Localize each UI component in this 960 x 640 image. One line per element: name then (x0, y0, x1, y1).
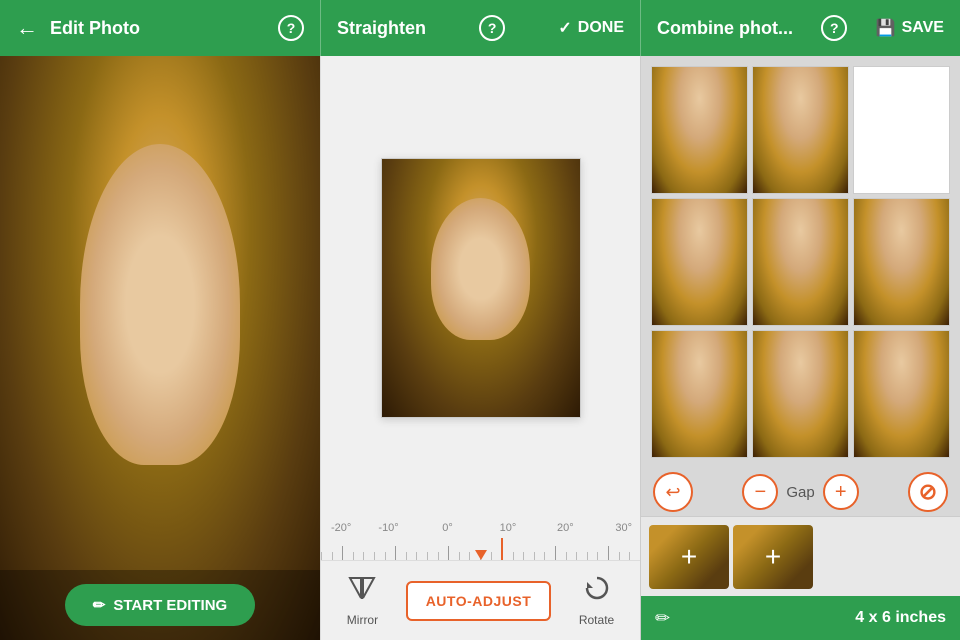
pencil-icon: ✏ (93, 596, 106, 614)
grid-cell-3-1 (651, 330, 748, 458)
save-button[interactable]: 💾 SAVE (876, 18, 944, 38)
add-plus-icon-2: + (765, 541, 781, 573)
mirror-icon (348, 574, 376, 609)
help-button-right[interactable]: ? (821, 15, 847, 41)
done-button[interactable]: ✓ DONE (558, 18, 624, 38)
grid-cell-2-3 (853, 198, 950, 326)
no-border-icon: ⊘ (919, 479, 937, 505)
add-photos-row: + + (641, 516, 960, 596)
rotate-icon (583, 574, 611, 609)
gap-label: Gap (786, 484, 814, 501)
controls-bar: Mirror AUTO-ADJUST Rotate (321, 560, 640, 640)
no-border-button[interactable]: ⊘ (908, 472, 948, 512)
add-plus-icon-1: + (681, 541, 697, 573)
auto-adjust-button[interactable]: AUTO-ADJUST (406, 581, 552, 621)
size-text: 4 x 6 inches (855, 609, 946, 627)
mirror-control[interactable]: Mirror (347, 574, 378, 627)
full-photo (0, 56, 320, 640)
size-bar: ✏ 4 x 6 inches (641, 596, 960, 640)
combine-title: Combine phot... (657, 18, 793, 39)
mid-panel: -20° -10° 0° 10° 20° 30° (320, 56, 640, 640)
done-label: DONE (578, 19, 624, 37)
grid-cell-1-2 (752, 66, 849, 194)
edit-photo-title: Edit Photo (50, 18, 140, 39)
help-button-left[interactable]: ? (278, 15, 304, 41)
gap-increase-button[interactable]: + (823, 474, 859, 510)
minus-icon: − (754, 481, 766, 504)
plus-icon: + (835, 481, 847, 504)
add-photo-thumb-2[interactable]: + (733, 525, 813, 589)
ruler-label-neg20: -20° (331, 522, 351, 534)
ruler-label-neg10: -10° (378, 522, 398, 534)
back-button[interactable]: ← (16, 15, 38, 41)
save-label: SAVE (902, 19, 944, 37)
start-editing-label: START EDITING (113, 597, 227, 614)
grid-row-2 (651, 198, 950, 326)
header-left: ← Edit Photo ? (0, 0, 320, 56)
undo-button[interactable]: ↩ (653, 472, 693, 512)
start-editing-button[interactable]: ✏ START EDITING (65, 584, 255, 626)
photo-preview-frame (381, 158, 581, 418)
ruler-label-10: 10° (500, 522, 517, 534)
checkmark-icon: ✓ (558, 18, 571, 38)
grid-cell-1-1 (651, 66, 748, 194)
grid-cell-2-1 (651, 198, 748, 326)
ruler-label-30: 30° (615, 522, 632, 534)
gap-decrease-button[interactable]: − (742, 474, 778, 510)
left-panel: ✏ START EDITING (0, 56, 320, 640)
preview-photo-image (382, 159, 580, 417)
grid-row-3 (651, 330, 950, 458)
start-editing-bar: ✏ START EDITING (0, 570, 320, 640)
grid-row-1 (651, 66, 950, 194)
ruler-label-20: 20° (557, 522, 574, 534)
grid-cell-2-2 (752, 198, 849, 326)
mirror-label: Mirror (347, 613, 378, 627)
rotate-control[interactable]: Rotate (579, 574, 614, 627)
size-edit-icon[interactable]: ✏ (655, 608, 670, 629)
straighten-title: Straighten (337, 18, 426, 39)
save-icon: 💾 (876, 18, 896, 38)
right-panel: ↩ − Gap + ⊘ + + (640, 56, 960, 640)
header-right: Combine phot... ? 💾 SAVE (640, 0, 960, 56)
undo-icon: ↩ (665, 482, 680, 503)
header-mid: Straighten ? ✓ DONE (320, 0, 640, 56)
help-button-mid[interactable]: ? (479, 15, 505, 41)
photo-preview-area (321, 56, 640, 520)
rotate-label: Rotate (579, 613, 614, 627)
grid-cell-3-2 (752, 330, 849, 458)
full-photo-image (0, 56, 320, 640)
gap-control: ↩ − Gap + ⊘ (641, 468, 960, 516)
ruler-area[interactable]: -20° -10° 0° 10° 20° 30° (321, 520, 640, 560)
grid-cell-3-3 (853, 330, 950, 458)
gap-controls: − Gap + (701, 474, 900, 510)
ruler-label-0: 0° (442, 522, 453, 534)
grid-cell-1-3 (853, 66, 950, 194)
combine-grid (641, 56, 960, 468)
add-photo-thumb-1[interactable]: + (649, 525, 729, 589)
